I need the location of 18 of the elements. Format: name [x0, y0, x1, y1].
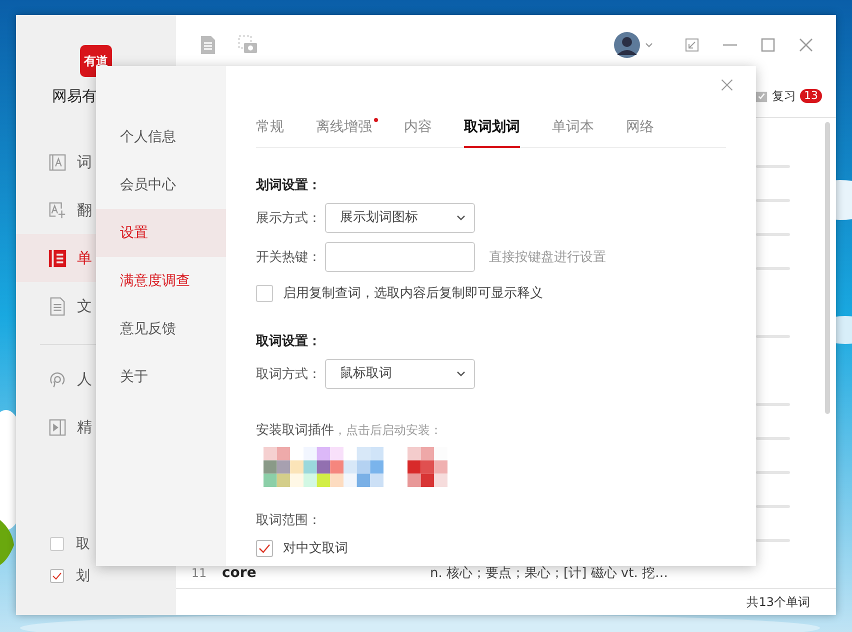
field-label: 取词范围： — [256, 512, 322, 529]
definition: n. 核心；要点；果心；[计] 磁心 vt. 挖… — [430, 565, 668, 582]
row-number: 11 — [190, 566, 208, 580]
field-label: 开关热键： — [256, 249, 322, 266]
field-label: 展示方式： — [256, 210, 322, 227]
option-label: 取 — [76, 535, 90, 553]
hint-text: 直接按键盘进行设置 — [489, 249, 606, 266]
app-name: 网易有 — [52, 87, 98, 106]
option-label: 划 — [76, 567, 90, 585]
checkbox-label: 启用复制查词，选取内容后复制即可显示释义 — [283, 285, 543, 302]
count-badge: 13 — [800, 89, 822, 103]
section-title: 取词设置： — [256, 333, 322, 350]
field-label: 取词方式： — [256, 366, 322, 383]
section-title: 划词设置： — [256, 177, 322, 194]
plugin-label: 安装取词插件 — [256, 423, 334, 438]
checkbox-label: 对中文取词 — [283, 540, 348, 557]
word-count: 共13个单词 — [746, 594, 810, 610]
plugin-hint: ，点击后启动安装： — [334, 423, 442, 437]
